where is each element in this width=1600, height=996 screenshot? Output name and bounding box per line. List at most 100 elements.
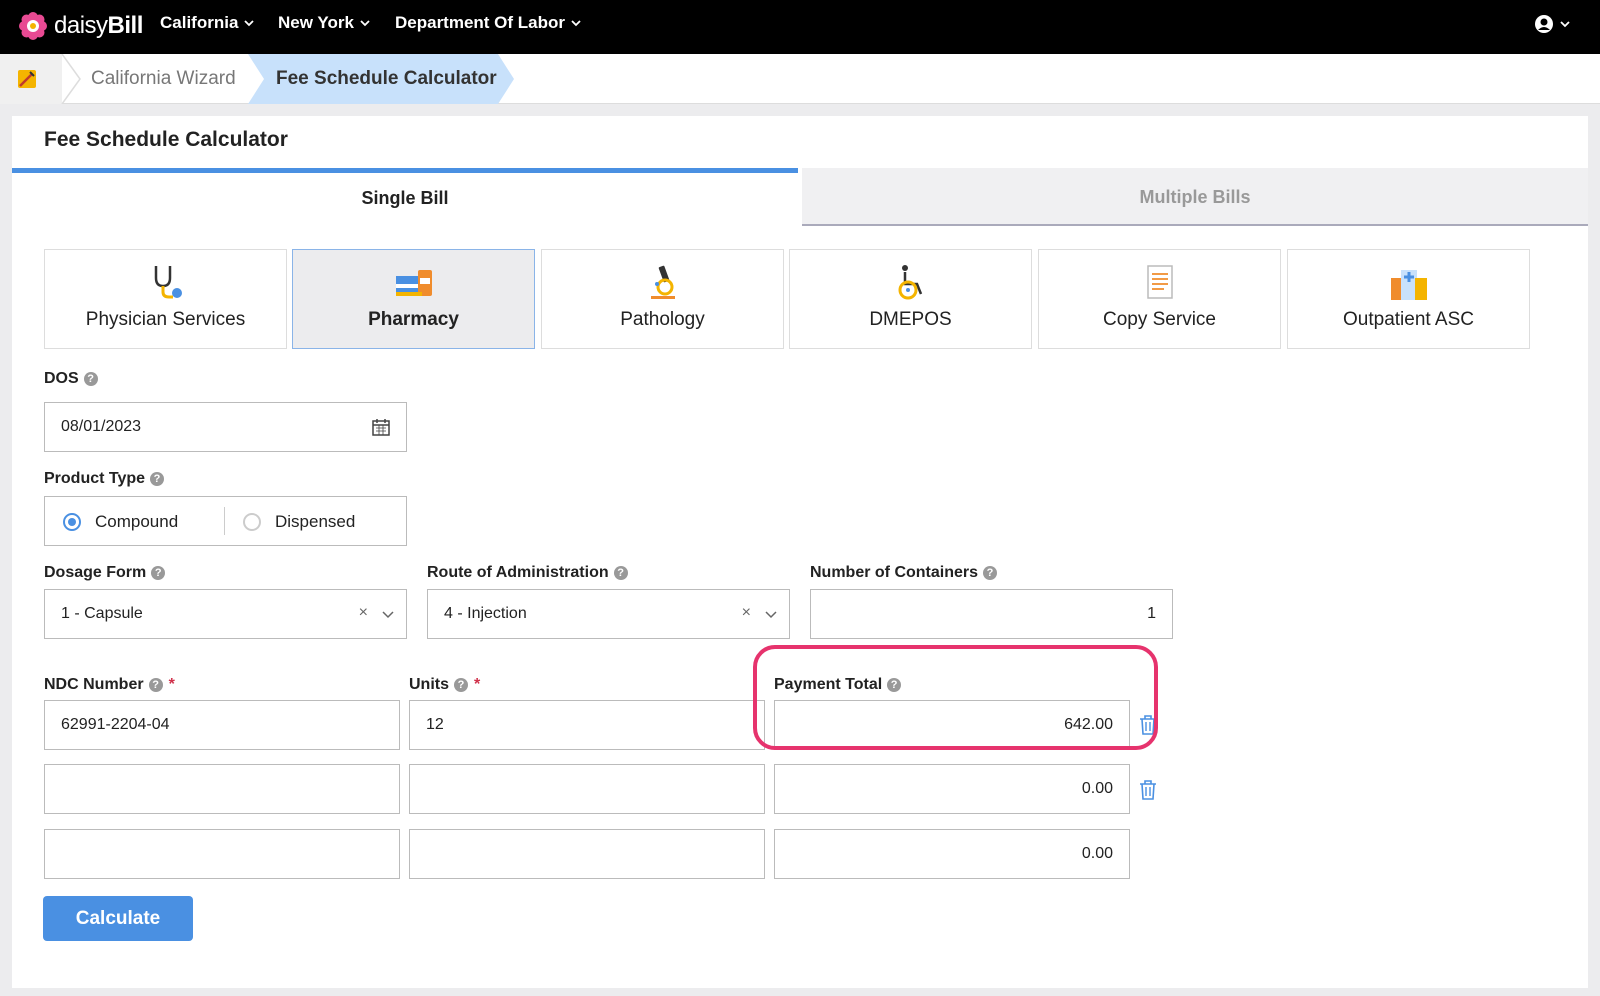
calendar-icon[interactable] [372,418,390,436]
page-title: Fee Schedule Calculator [44,128,288,151]
stethoscope-icon [154,266,182,299]
units-input[interactable]: 12 [409,700,765,750]
required-marker: * [168,676,175,693]
nav-menu-label: California [160,13,239,32]
microscope-icon [650,265,675,299]
nav-menu-department-of-labor[interactable]: Department Of Labor [395,13,581,33]
route-label: Route of Administration? [427,564,628,582]
service-label: Copy Service [1103,309,1216,330]
chevron-down-icon [571,20,581,27]
dosage-form-value: 1 - Capsule [61,605,143,622]
product-type-label: Product Type? [44,470,165,488]
ndc-input[interactable]: 62991-2204-04 [44,700,400,750]
breadcrumb-home[interactable] [0,54,62,104]
ndc-value: 62991-2204-04 [61,716,170,733]
chevron-down-icon [244,20,255,27]
service-dmepos[interactable]: DMEPOS [789,249,1032,349]
route-value: 4 - Injection [444,605,527,622]
breadcrumb-california-wizard[interactable]: California Wizard [91,68,236,90]
service-label: DMEPOS [869,309,952,330]
service-label: Pathology [620,309,705,330]
dosage-form-label: Dosage Form? [44,564,166,582]
route-select[interactable]: 4 - Injection × [427,589,790,639]
daisybill-logo[interactable]: daisyBill [18,10,143,42]
payment-value: 0.00 [1081,780,1113,797]
ndc-input[interactable] [44,829,400,879]
tab-multiple-bills[interactable]: Multiple Bills [802,168,1588,226]
help-icon[interactable]: ? [613,566,628,580]
required-marker: * [474,676,481,693]
brand-bold: Bill [107,12,144,39]
service-pharmacy[interactable]: Pharmacy [292,249,535,349]
containers-value: 1 [1147,605,1156,622]
radio-label: Compound [95,512,179,531]
radio-compound[interactable]: Compound [63,512,178,532]
units-input[interactable] [409,764,765,814]
route-label-text: Route of Administration [427,564,609,581]
service-copy-service[interactable]: Copy Service [1038,249,1281,349]
nav-menu-california[interactable]: California [160,13,255,33]
units-input[interactable] [409,829,765,879]
dos-field[interactable]: 08/01/2023 [44,402,407,452]
payment-value: 0.00 [1081,845,1113,862]
daisy-flower-icon [19,12,47,40]
product-type-radio-group: Compound Dispensed [44,496,407,546]
hospital-icon [1390,270,1427,300]
breadcrumb-separator [61,54,81,104]
chevron-down-icon [1560,21,1570,28]
payment-total-highlight [753,645,1158,750]
breadcrumb-fee-schedule-calculator[interactable]: Fee Schedule Calculator [276,68,497,90]
service-label: Physician Services [85,309,246,330]
chevron-down-icon[interactable] [382,610,394,620]
pharmacy-icon [395,270,432,296]
dosage-form-label-text: Dosage Form [44,564,147,581]
user-menu[interactable] [1534,14,1570,34]
calculate-button[interactable]: Calculate [43,896,193,941]
containers-label: Number of Containers? [810,564,998,582]
dosage-form-select[interactable]: 1 - Capsule × [44,589,407,639]
nav-menu-label: Department Of Labor [395,13,566,32]
units-label-text: Units [409,676,449,693]
service-outpatient-asc[interactable]: Outpatient ASC [1287,249,1530,349]
units-value: 12 [426,716,444,733]
containers-label-text: Number of Containers [810,564,979,581]
radio-selected-icon [63,513,81,531]
service-physician-services[interactable]: Physician Services [44,249,287,349]
help-icon[interactable]: ? [83,372,98,386]
document-icon [1146,265,1173,299]
nav-menu-new-york[interactable]: New York [278,13,370,33]
tab-single-bill[interactable]: Single Bill [12,168,798,226]
radio-unselected-icon [243,513,261,531]
nav-menu-label: New York [278,13,354,32]
payment-total-field: 0.00 [774,829,1130,879]
help-icon[interactable]: ? [454,678,468,692]
help-icon[interactable]: ? [148,678,163,692]
containers-input[interactable]: 1 [810,589,1173,639]
radio-label: Dispensed [275,512,356,531]
wheelchair-icon [898,265,922,300]
help-icon[interactable]: ? [983,566,998,580]
help-icon[interactable]: ? [150,472,165,486]
clear-icon[interactable]: × [359,604,368,622]
pencil-wand-icon [18,70,36,88]
product-type-label-text: Product Type [44,470,146,487]
dos-value: 08/01/2023 [61,418,142,435]
chevron-down-icon[interactable] [765,610,777,620]
service-label: Outpatient ASC [1343,309,1474,330]
dos-label-text: DOS [44,370,79,387]
top-nav: daisyBill California New York Department… [0,0,1600,54]
trash-icon[interactable] [1138,779,1158,801]
dos-label: DOS? [44,370,98,388]
radio-dispensed[interactable]: Dispensed [243,512,355,532]
help-icon[interactable]: ? [151,566,166,580]
breadcrumb: California Wizard Fee Schedule Calculato… [0,54,1600,104]
clear-icon[interactable]: × [742,604,751,622]
service-pathology[interactable]: Pathology [541,249,784,349]
ndc-input[interactable] [44,764,400,814]
payment-total-field: 0.00 [774,764,1130,814]
chevron-down-icon [360,20,370,27]
ndc-label-text: NDC Number [44,676,144,693]
ndc-label: NDC Number? * [44,676,175,694]
brand-light: daisy [54,12,108,39]
service-label: Pharmacy [368,309,459,330]
